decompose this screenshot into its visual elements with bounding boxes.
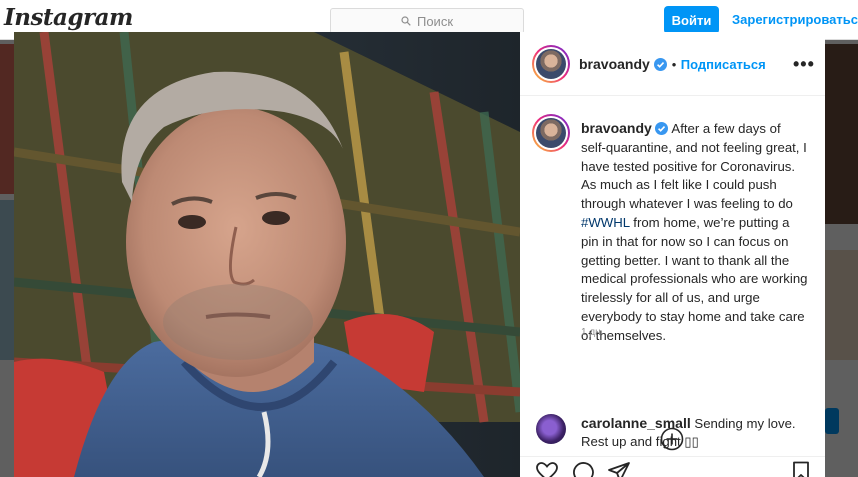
caption-text-end: from home, we’re putting a pin in that f…	[581, 214, 808, 343]
search-icon	[401, 16, 411, 26]
more-icon[interactable]: •••	[793, 54, 815, 75]
follow-button[interactable]: Подписаться	[681, 57, 766, 72]
login-button[interactable]: Войти	[664, 6, 719, 34]
commenter-username[interactable]: carolanne_small	[581, 415, 691, 431]
post-actions-bar	[520, 456, 825, 477]
separator-dot: •	[671, 57, 677, 72]
comment-icon[interactable]	[571, 460, 595, 477]
selfie-image	[14, 32, 520, 477]
header-meta: bravoandy • Подписаться	[579, 56, 766, 74]
like-icon[interactable]	[535, 460, 559, 477]
post-header: bravoandy • Подписаться •••	[520, 32, 825, 96]
search-placeholder: Поиск	[416, 13, 454, 29]
caption-username[interactable]: bravoandy	[581, 120, 652, 136]
hashtag-link[interactable]: #WWHL	[581, 215, 630, 230]
signup-link[interactable]: Зарегистрироваться	[732, 12, 858, 27]
comment-item: carolanne_small Sending my love. Rest up…	[520, 404, 825, 456]
verified-icon	[655, 122, 669, 135]
post-photo[interactable]	[14, 32, 520, 477]
save-icon[interactable]	[789, 460, 813, 477]
comment-body: carolanne_small Sending my love. Rest up…	[581, 414, 813, 451]
post-age[interactable]: 1 дн.	[581, 327, 603, 338]
verified-icon	[654, 58, 668, 71]
commenter-avatar[interactable]	[536, 414, 566, 444]
author-avatar[interactable]	[532, 45, 570, 83]
author-username[interactable]: bravoandy	[579, 56, 650, 72]
instagram-logo[interactable]: Instagram	[4, 4, 133, 31]
share-icon[interactable]	[607, 460, 631, 477]
caption-avatar[interactable]	[532, 114, 570, 152]
post-caption: bravoandy After a few days of self-quara…	[581, 119, 809, 346]
post-details-panel: bravoandy • Подписаться ••• bravoandy Af…	[520, 32, 825, 477]
caption-section: bravoandy After a few days of self-quara…	[520, 96, 825, 451]
search-input[interactable]: Поиск	[330, 8, 524, 34]
